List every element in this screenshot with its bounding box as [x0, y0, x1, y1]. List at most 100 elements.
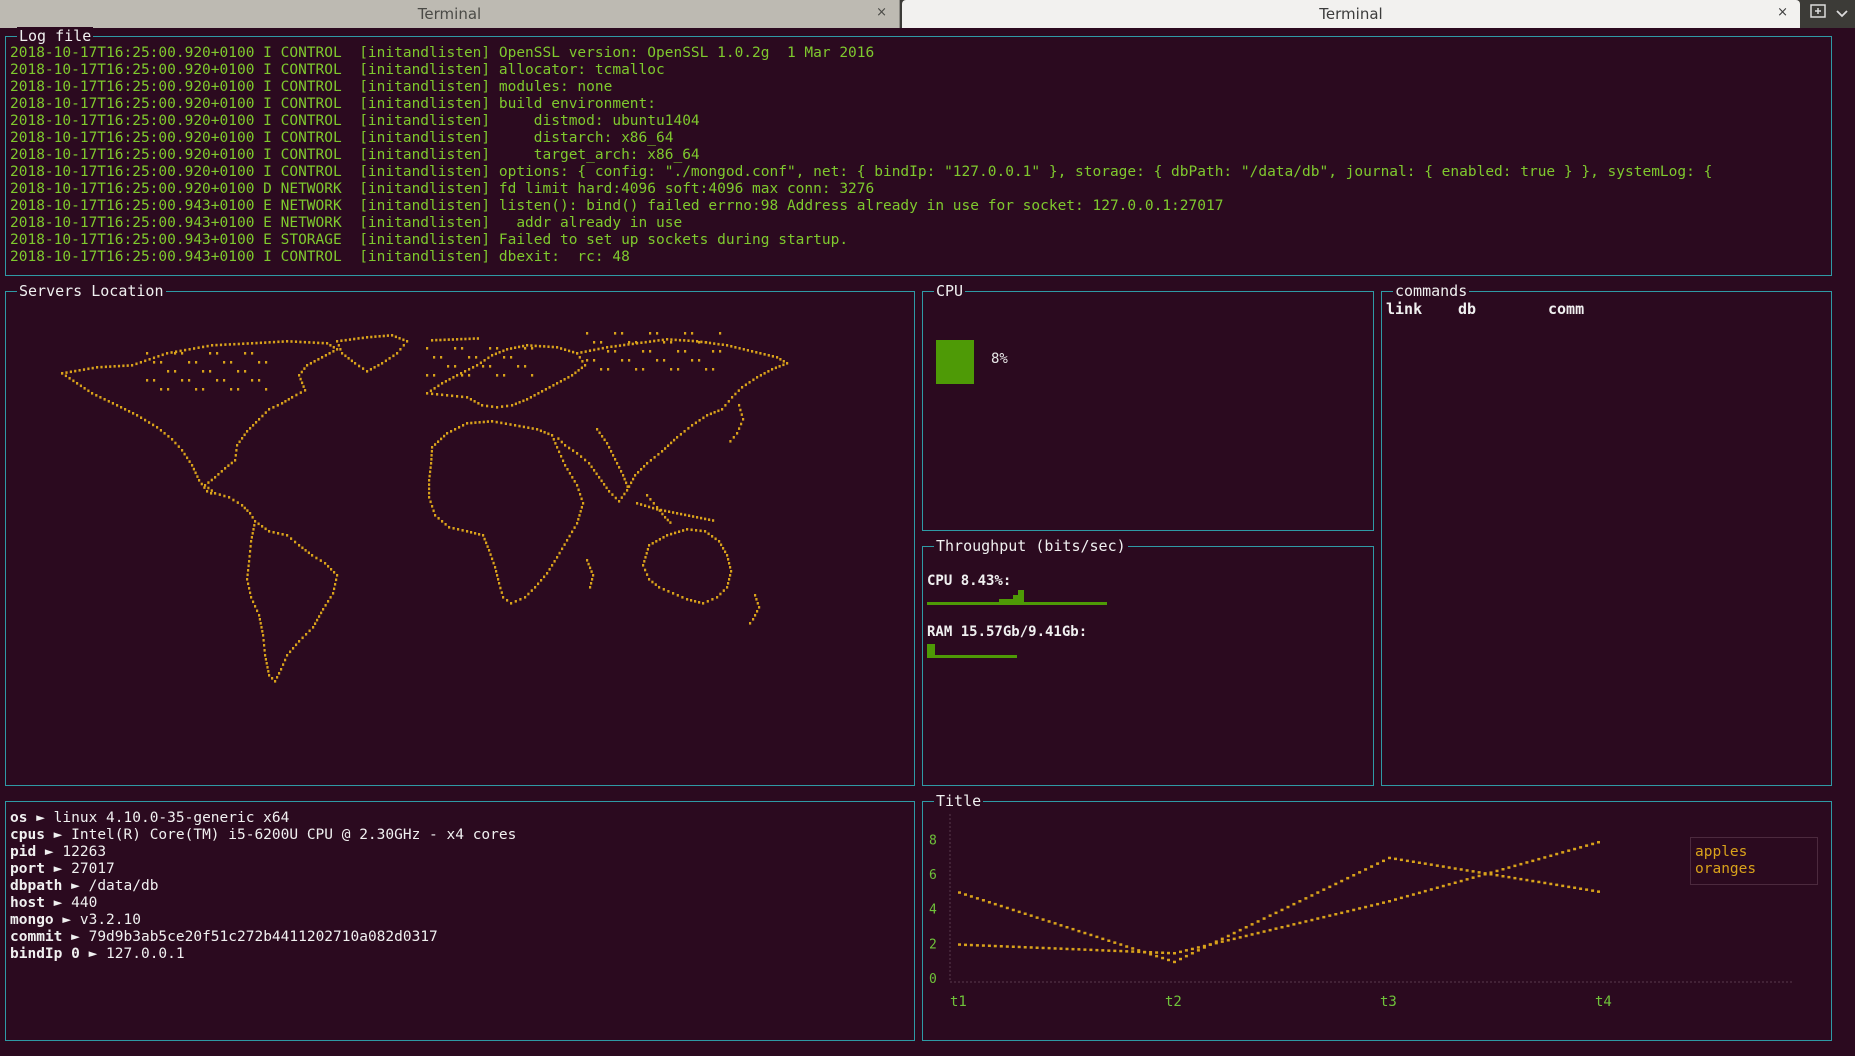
new-tab-icon[interactable]	[1807, 4, 1829, 24]
map-dot	[687, 427, 690, 430]
map-dot	[700, 516, 703, 520]
map-dot	[202, 345, 205, 349]
close-icon[interactable]: ×	[876, 5, 887, 20]
map-dot	[730, 345, 733, 348]
map-dot	[271, 677, 274, 680]
log-line: 2018-10-17T16:25:00.943+0100 I CONTROL […	[10, 249, 630, 265]
map-dot	[329, 596, 332, 599]
panel-title: commands	[1393, 282, 1470, 300]
map-dot	[730, 570, 733, 573]
series-point	[1501, 875, 1505, 878]
map-dot	[470, 421, 473, 425]
close-icon[interactable]: ×	[1777, 5, 1788, 20]
map-dot	[181, 379, 184, 382]
map-dot	[664, 516, 667, 519]
map-dot	[333, 571, 336, 574]
log-line: 2018-10-17T16:25:00.943+0100 E STORAGE […	[10, 232, 849, 248]
map-dot	[755, 351, 758, 354]
chevron-down-icon[interactable]	[1832, 4, 1852, 24]
map-dot	[461, 395, 464, 399]
map-dot	[324, 604, 327, 607]
map-dot	[452, 527, 455, 530]
map-dot	[477, 402, 480, 405]
series-point	[1041, 946, 1045, 950]
series-point	[1017, 910, 1021, 914]
map-dot	[625, 481, 628, 485]
map-dot	[336, 348, 339, 351]
map-dot	[478, 533, 481, 536]
series-point	[1531, 859, 1535, 863]
map-dot	[603, 483, 606, 486]
info-key: bindIp 0	[10, 946, 80, 962]
map-dot	[626, 489, 629, 492]
map-dot	[564, 444, 567, 447]
map-dot	[571, 530, 574, 534]
map-dot	[506, 599, 509, 602]
map-dot	[610, 345, 613, 348]
series-point	[1328, 914, 1332, 917]
map-dot	[402, 338, 405, 342]
map-dot	[468, 356, 471, 359]
tab-terminal-2[interactable]: Terminal ×	[902, 0, 1800, 28]
tab-terminal-1[interactable]: Terminal ×	[0, 0, 900, 28]
map-dot	[663, 341, 666, 344]
map-dot	[209, 352, 212, 355]
map-dot	[472, 337, 475, 340]
map-dot	[596, 428, 599, 431]
server-info-panel: os ► linux 4.10.0-35-generic x64 cpus ► I…	[5, 801, 915, 1041]
map-dot	[428, 496, 431, 499]
map-dot	[188, 379, 191, 382]
map-dot	[656, 359, 659, 362]
map-dot	[694, 421, 697, 425]
map-dot	[474, 532, 477, 535]
map-dot	[236, 444, 239, 447]
map-dot	[691, 339, 694, 343]
map-dot	[746, 349, 749, 352]
map-dot	[740, 422, 743, 426]
map-dot	[531, 347, 534, 350]
series-point	[1137, 950, 1141, 954]
info-value: /data/db	[88, 878, 159, 894]
map-dot	[646, 494, 649, 497]
series-point	[1220, 937, 1224, 941]
map-dot	[661, 512, 664, 516]
map-dot	[580, 497, 583, 501]
map-dot	[576, 452, 579, 455]
map-dot	[786, 362, 789, 365]
log-line: 2018-10-17T16:25:00.920+0100 I CONTROL […	[10, 113, 700, 129]
series-point	[1429, 863, 1433, 866]
map-dot	[494, 566, 497, 569]
map-dot	[250, 540, 253, 543]
map-dot	[261, 525, 264, 528]
series-point	[1316, 917, 1320, 920]
map-dot	[683, 339, 686, 342]
map-dot	[311, 554, 314, 557]
map-dot	[586, 559, 589, 562]
map-dot	[648, 578, 651, 581]
map-dot	[577, 369, 580, 372]
map-dot	[241, 437, 244, 440]
map-dot	[315, 556, 318, 560]
map-dot	[722, 547, 725, 550]
map-dot	[606, 442, 609, 445]
map-dot	[83, 387, 86, 390]
map-dot	[491, 557, 494, 561]
map-dot	[530, 589, 533, 592]
map-dot	[243, 506, 246, 510]
map-dot	[637, 471, 640, 474]
map-dot	[277, 532, 280, 535]
map-dot	[126, 364, 129, 367]
map-dot	[140, 416, 143, 419]
log-line: 2018-10-17T16:25:00.943+0100 E NETWORK […	[10, 215, 683, 231]
map-dot	[670, 338, 673, 341]
map-dot	[446, 394, 449, 397]
series-point	[1519, 877, 1523, 881]
series-point	[1238, 928, 1242, 932]
series-point	[1035, 946, 1039, 949]
map-dot	[711, 535, 714, 538]
map-dot	[584, 364, 587, 367]
map-dot	[522, 399, 525, 403]
series-point	[1459, 868, 1463, 871]
series-point	[1059, 947, 1063, 950]
map-dot	[451, 394, 454, 398]
